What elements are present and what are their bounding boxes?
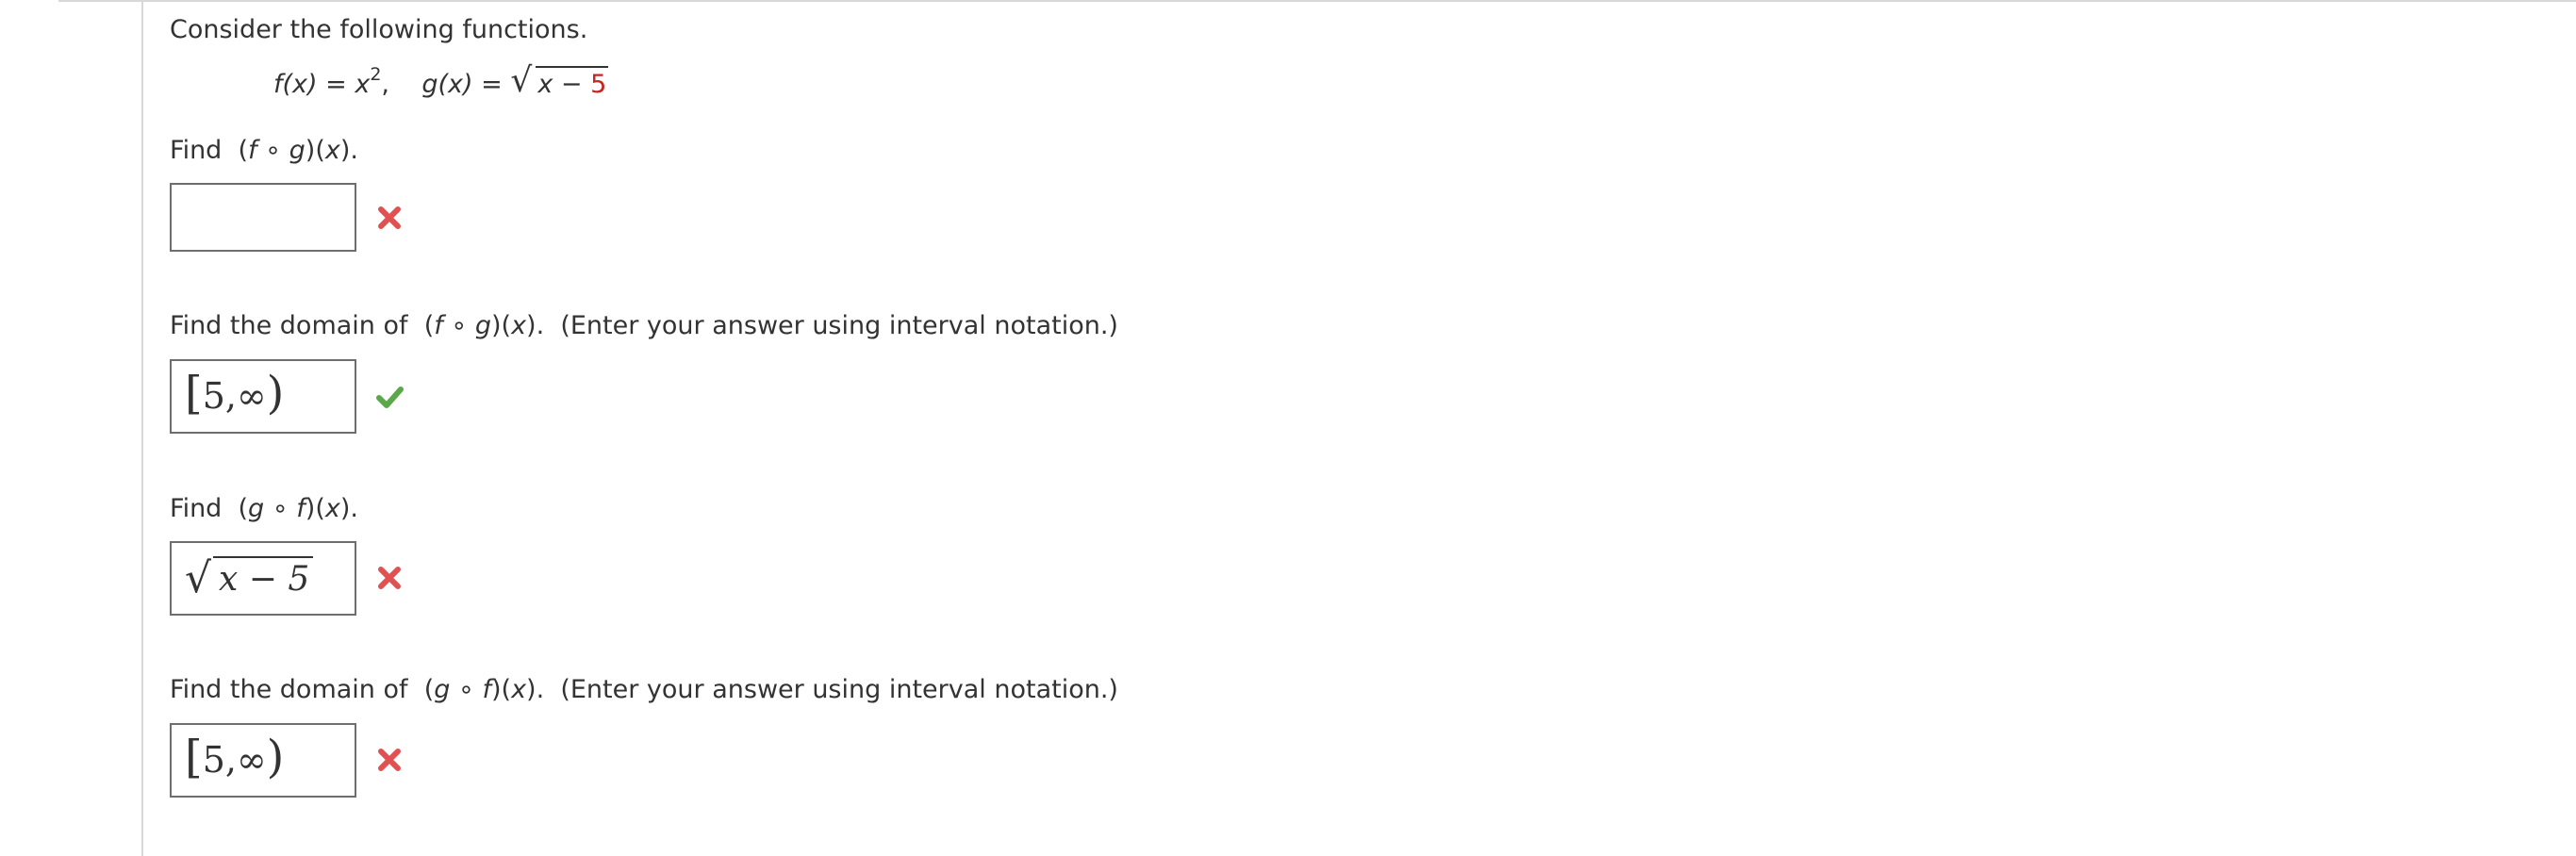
g-definition: g(x) = xyxy=(421,70,511,99)
q1-answer-input[interactable] xyxy=(170,183,356,252)
q4-interval: 5,∞ xyxy=(202,739,267,781)
top-divider xyxy=(58,0,2576,2)
q2-end: ). xyxy=(526,311,545,340)
q3-sqrt: √ x − 5 xyxy=(185,554,314,602)
g-sqrt: √ x − 5 xyxy=(510,62,609,101)
f-definition: f(x) = x xyxy=(273,70,371,99)
q1-g: g xyxy=(289,136,305,165)
q2-f: f xyxy=(434,311,443,340)
q2-answer-input[interactable]: [5,∞) xyxy=(170,359,356,434)
q2-note: (Enter your answer using interval notati… xyxy=(560,311,1118,340)
intro-text: Consider the following functions. xyxy=(170,15,588,44)
check-mark-icon xyxy=(376,387,404,408)
q4-g: g xyxy=(434,675,451,704)
q3-answer-value: √ x − 5 xyxy=(185,554,314,602)
q4-answer-input[interactable]: [5,∞) xyxy=(170,723,356,798)
q4-right-paren: ) xyxy=(266,731,285,783)
g-radicand-highlight: 5 xyxy=(590,70,607,99)
q4-prompt: Find the domain of (g ∘ f)(x). (Enter yo… xyxy=(170,674,1118,706)
g-radicand: x − xyxy=(537,70,591,99)
q2-close: )( xyxy=(490,311,512,340)
q1-f: f xyxy=(248,136,257,165)
q2-answer-value: [5,∞) xyxy=(185,367,284,420)
q3-f: f xyxy=(296,494,305,523)
q4-prefix: Find the domain of xyxy=(170,675,408,704)
question-page: Consider the following functions. f(x) =… xyxy=(0,0,2576,856)
q1-compose: ∘ xyxy=(256,136,289,165)
q4-answer-value: [5,∞) xyxy=(185,731,284,783)
q3-end: ). xyxy=(339,494,358,523)
q4-left-bracket: [ xyxy=(185,731,203,783)
q1-end: ). xyxy=(339,136,358,165)
q4-f: f xyxy=(482,675,491,704)
q4-note: (Enter your answer using interval notati… xyxy=(560,675,1118,704)
q2-g: g xyxy=(474,311,491,340)
q2-prefix: Find the domain of xyxy=(170,311,408,340)
q4-open: ( xyxy=(423,675,435,704)
definition-separator: , xyxy=(381,70,390,99)
q4-compose: ∘ xyxy=(450,675,483,704)
q4-end: ). xyxy=(526,675,545,704)
f-exponent: 2 xyxy=(370,64,382,85)
q3-find-label: Find xyxy=(170,494,223,523)
q2-open: ( xyxy=(423,311,435,340)
q4-close: )( xyxy=(490,675,512,704)
sqrt-icon: √ xyxy=(510,61,533,100)
q2-x: x xyxy=(511,311,527,340)
q1-prompt: Find (f ∘ g)(x). xyxy=(170,135,358,167)
x-mark-icon xyxy=(378,567,401,589)
q2-left-bracket: [ xyxy=(185,367,203,420)
q3-close: )( xyxy=(305,494,325,523)
q3-x: x xyxy=(324,494,340,523)
x-mark-icon xyxy=(378,206,401,229)
q2-prompt: Find the domain of (f ∘ g)(x). (Enter yo… xyxy=(170,310,1118,342)
q2-interval: 5,∞ xyxy=(202,375,267,417)
q4-x: x xyxy=(511,675,527,704)
q1-close: )( xyxy=(305,136,325,165)
q2-compose: ∘ xyxy=(442,311,475,340)
q2-right-paren: ) xyxy=(266,367,285,420)
q3-answer-input[interactable]: √ x − 5 xyxy=(170,541,356,616)
q3-g: g xyxy=(248,494,265,523)
q1-x: x xyxy=(324,136,340,165)
q3-radicand: x − 5 xyxy=(213,556,314,599)
x-mark-icon xyxy=(378,749,401,771)
q1-open: ( xyxy=(238,136,249,165)
q1-find-label: Find xyxy=(170,136,223,165)
function-definitions: f(x) = x2, g(x) = √ x − 5 xyxy=(273,62,609,103)
left-gutter-divider xyxy=(141,0,143,856)
q3-open: ( xyxy=(238,494,249,523)
q3-prompt: Find (g ∘ f)(x). xyxy=(170,493,358,525)
q3-compose: ∘ xyxy=(264,494,297,523)
sqrt-icon: √ xyxy=(185,554,212,602)
